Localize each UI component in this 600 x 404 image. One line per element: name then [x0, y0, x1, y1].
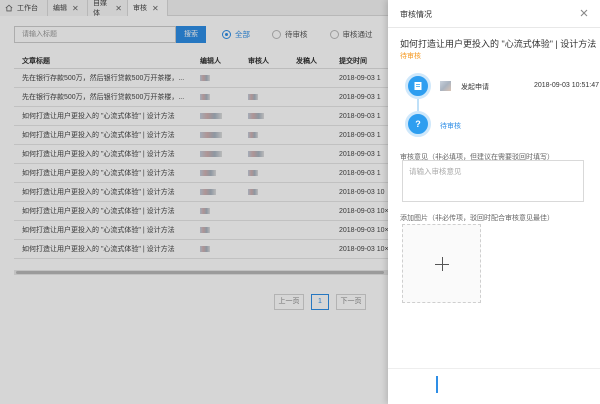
timeline-time: 2018-09-03 10:51:47: [534, 82, 599, 89]
document-icon: [414, 82, 422, 90]
opinion-textarea[interactable]: 请输入审核意见: [402, 160, 584, 202]
drawer-title: 审核情况: [400, 10, 432, 19]
plus-icon-stroke: [442, 257, 443, 271]
review-timeline: ? 发起申请 2018-09-03 10:51:47 待审核: [400, 70, 599, 137]
avatar: [440, 81, 451, 91]
question-icon: ?: [415, 119, 421, 129]
status-badge: 待审核: [400, 53, 421, 60]
timeline-action: 发起申请: [461, 84, 489, 91]
text-caret: [436, 376, 438, 393]
image-upload[interactable]: [402, 224, 481, 303]
image-label: 添加图片（非必传项，驳回时配合审核意见最佳）: [400, 215, 554, 222]
drawer-header: 审核情况: [388, 0, 600, 28]
drawer-footer: [388, 368, 600, 404]
timeline-connector: [417, 99, 419, 111]
article-title: 如何打造让用户更投入的 "心流式体验" | 设计方法: [400, 39, 597, 49]
close-icon[interactable]: [578, 7, 590, 19]
review-drawer: 审核情况 如何打造让用户更投入的 "心流式体验" | 设计方法 待审核 ? 发起…: [388, 0, 600, 404]
timeline-node-pending: ?: [405, 111, 431, 137]
timeline-pending-label: 待审核: [440, 123, 461, 130]
timeline-node-submitted: [405, 73, 431, 99]
